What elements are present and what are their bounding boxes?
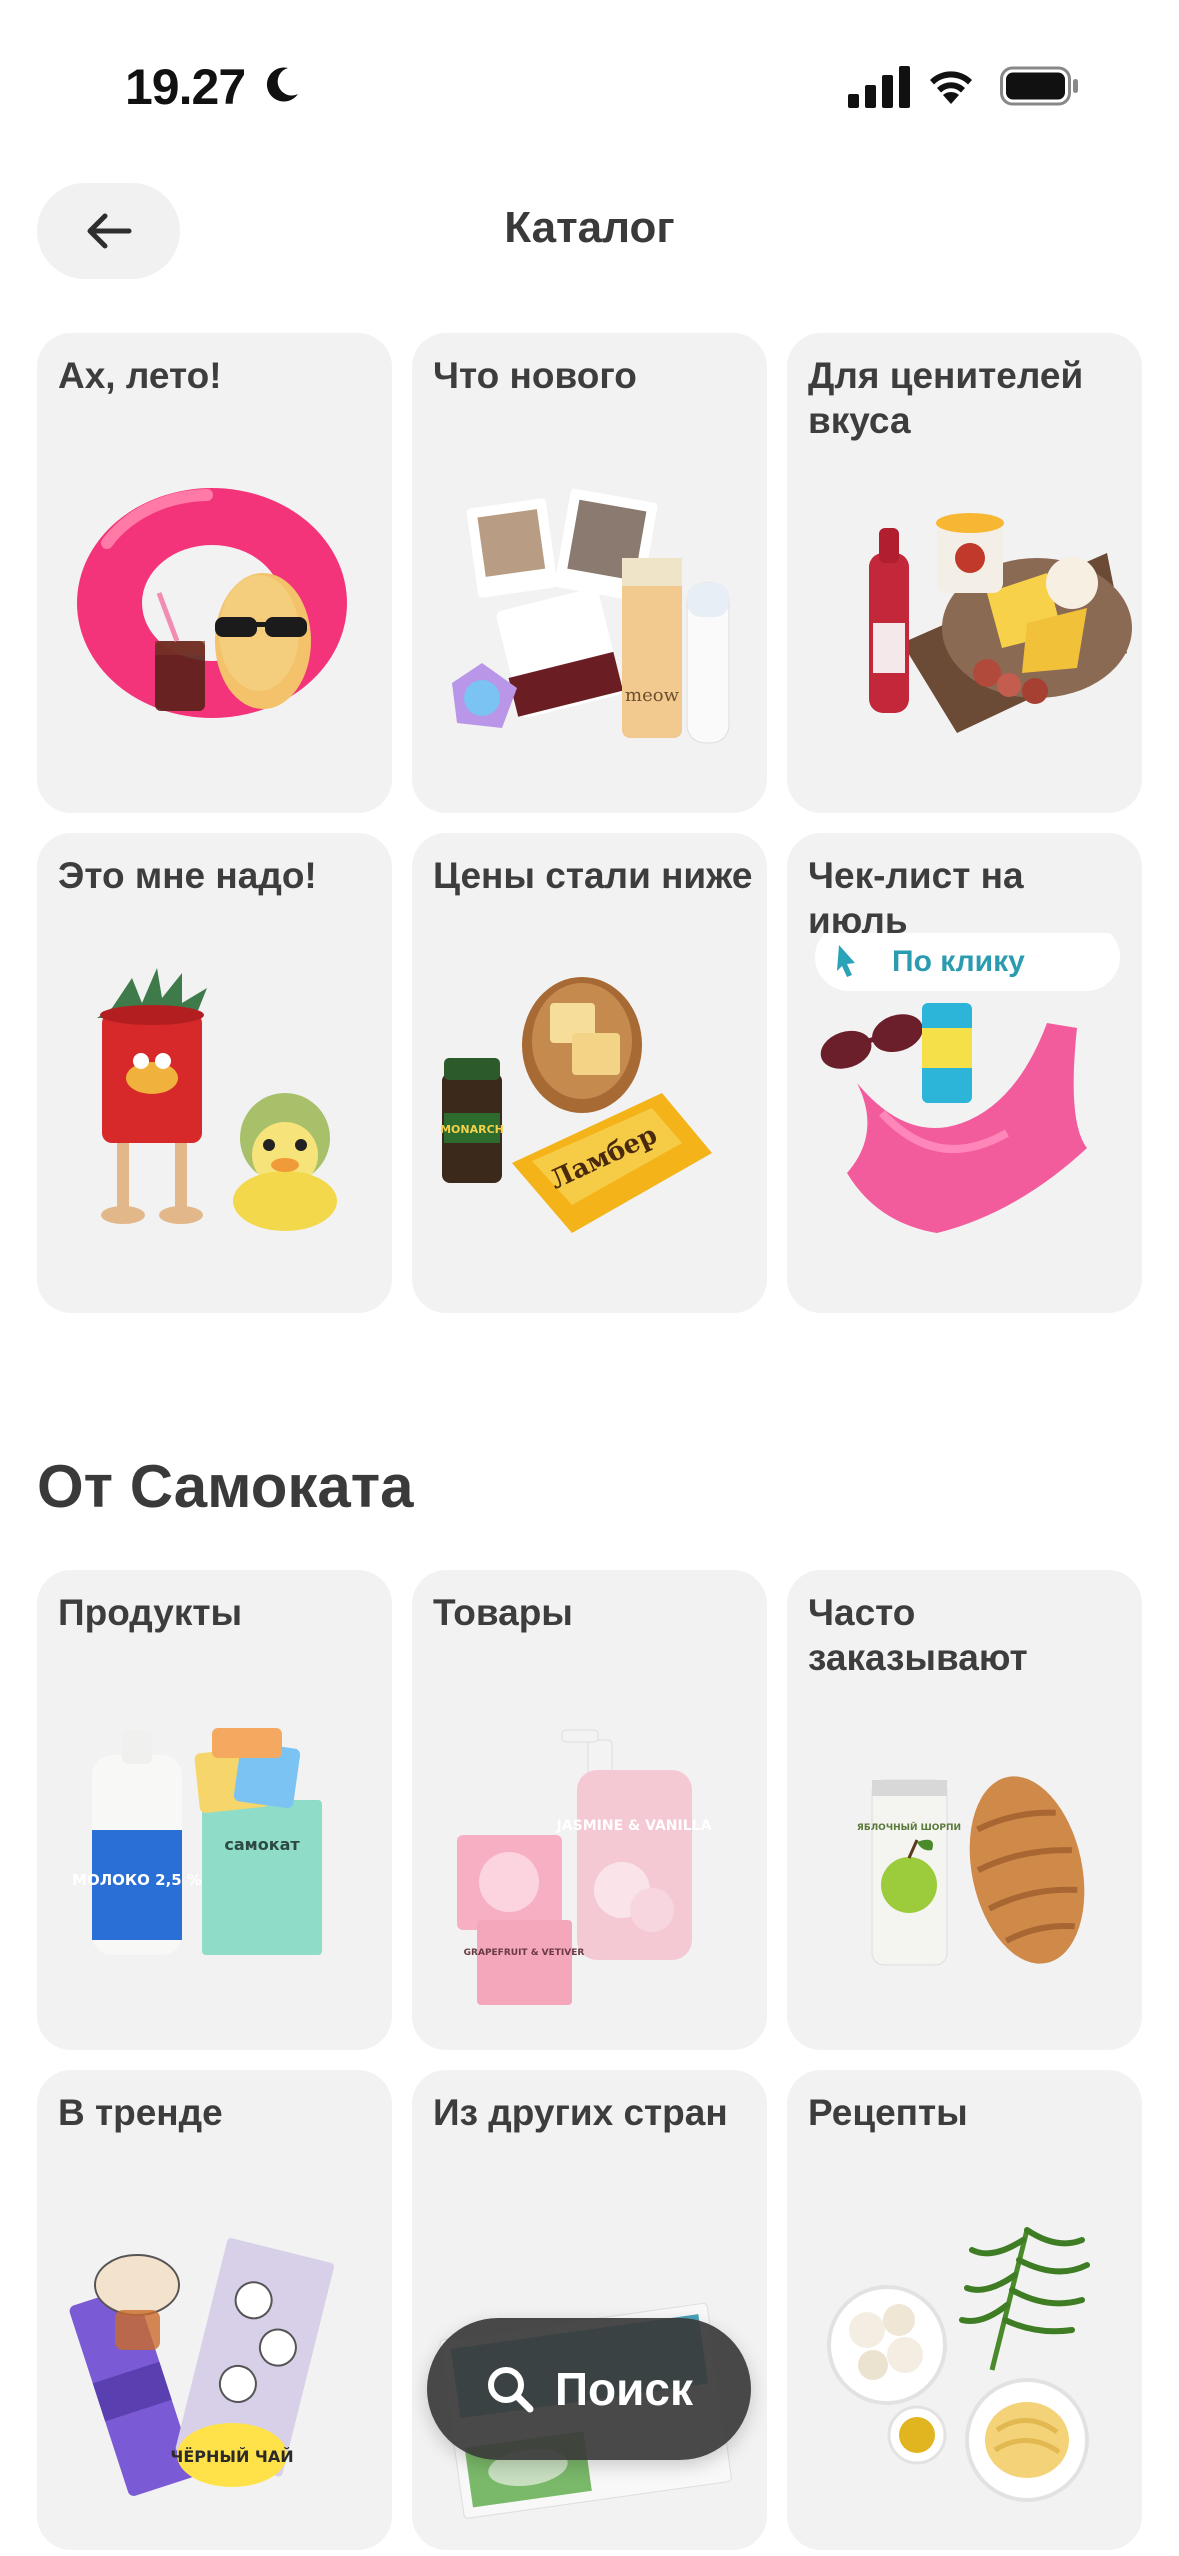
status-bar: 19.27 xyxy=(0,0,1179,160)
section-title: От Самоката xyxy=(37,1453,414,1520)
brand-text: самокат xyxy=(224,1835,300,1854)
milk-and-boxes-image: МОЛОКО 2,5 % самокат xyxy=(72,1728,322,1955)
swimsuit-sunglasses-image: По клику xyxy=(815,933,1120,1233)
grapefruit-text: GRAPEFRUIT & VETIVER xyxy=(464,1948,585,1958)
tile-label: Ах, лето! xyxy=(58,355,222,396)
tile-label: Из других стран xyxy=(433,2092,728,2133)
tile-label: В тренде xyxy=(58,2092,223,2133)
search-button[interactable]: Поиск xyxy=(427,2318,751,2460)
tile-label: Чек-лист на июль xyxy=(808,855,1024,941)
tile-label: Для ценителей вкуса xyxy=(808,355,1084,441)
tile-label: Это мне надо! xyxy=(58,855,317,896)
samokat-tile-recipes[interactable]: Рецепты xyxy=(787,2070,1142,2550)
tile-label: Рецепты xyxy=(808,2092,968,2133)
samokat-tile-popular[interactable]: Часто заказывают ЯБЛОЧНЫЙ ШОРПИ xyxy=(787,1570,1142,2050)
catalog-tile-gourmet[interactable]: Для ценителей вкуса xyxy=(787,333,1142,813)
inflatable-ring-image xyxy=(77,488,347,718)
cheese-platter-image xyxy=(869,513,1132,733)
search-icon xyxy=(487,2367,534,2413)
search-label: Поиск xyxy=(554,2363,694,2415)
soap-and-bath-bomb-image: JASMINE & VANILLA GRAPEFRUIT & VETIVER xyxy=(457,1729,712,2005)
samokat-tile-products[interactable]: Продукты МОЛОКО 2,5 % самокат xyxy=(37,1570,392,2050)
trending-products-image: ЧЁРНЫЙ ЧАЙ xyxy=(69,2238,335,2496)
wifi-icon xyxy=(930,71,972,104)
catalog-tile-summer[interactable]: Ах, лето! xyxy=(37,333,392,813)
tile-label: Цены стали ниже xyxy=(433,855,753,896)
cellular-signal-icon xyxy=(848,66,910,108)
page-title: Каталог xyxy=(504,203,675,252)
catalog-tile-must-have[interactable]: Это мне надо! xyxy=(37,833,392,1313)
samokat-tile-trending[interactable]: В тренде ЧЁРНЫЙ ЧАЙ xyxy=(37,2070,392,2550)
samokat-tile-imports[interactable]: Из других стран xyxy=(412,2070,767,2550)
plant-pot-toy-image xyxy=(97,968,337,1231)
jasmine-text: JASMINE & VANILLA xyxy=(556,1818,712,1834)
coffee-cheese-snacks-image: MONARCH Ламбер xyxy=(440,977,712,1233)
moon-icon xyxy=(266,67,298,102)
status-time: 19.27 xyxy=(125,59,246,115)
catalog-tile-checklist[interactable]: Чек-лист на июль По клику xyxy=(787,833,1142,1313)
monarch-text: MONARCH xyxy=(440,1123,504,1136)
new-products-image: meow xyxy=(452,488,730,744)
samokat-tile-goods[interactable]: Товары JASMINE & VANILLA GRAPEFRUIT & VE… xyxy=(412,1570,767,2050)
tea-text: ЧЁРНЫЙ ЧАЙ xyxy=(170,2447,293,2466)
milk-text: МОЛОКО 2,5 % xyxy=(72,1871,202,1889)
tile-label: Что нового xyxy=(433,355,637,396)
tile-label: Часто заказывают xyxy=(808,1592,1028,1678)
cider-and-croissant-image: ЯБЛОЧНЫЙ ШОРПИ xyxy=(857,1776,1085,1966)
tile-label: Товары xyxy=(433,1592,573,1633)
tile-label: Продукты xyxy=(58,1592,243,1633)
catalog-tile-whats-new[interactable]: Что нового meow xyxy=(412,333,767,813)
meow-text: meow xyxy=(625,685,680,706)
recipe-ingredients-image xyxy=(827,2227,1090,2502)
battery-icon xyxy=(1000,66,1078,106)
catalog-grid: Ах, лето! Что нового meow Для ценителей … xyxy=(37,333,1142,1313)
catalog-tile-price-drop[interactable]: Цены стали ниже MONARCH Ламбер xyxy=(412,833,767,1313)
apple-text: ЯБЛОЧНЫЙ ШОРПИ xyxy=(857,1821,961,1833)
click-badge: По клику xyxy=(892,945,1025,978)
